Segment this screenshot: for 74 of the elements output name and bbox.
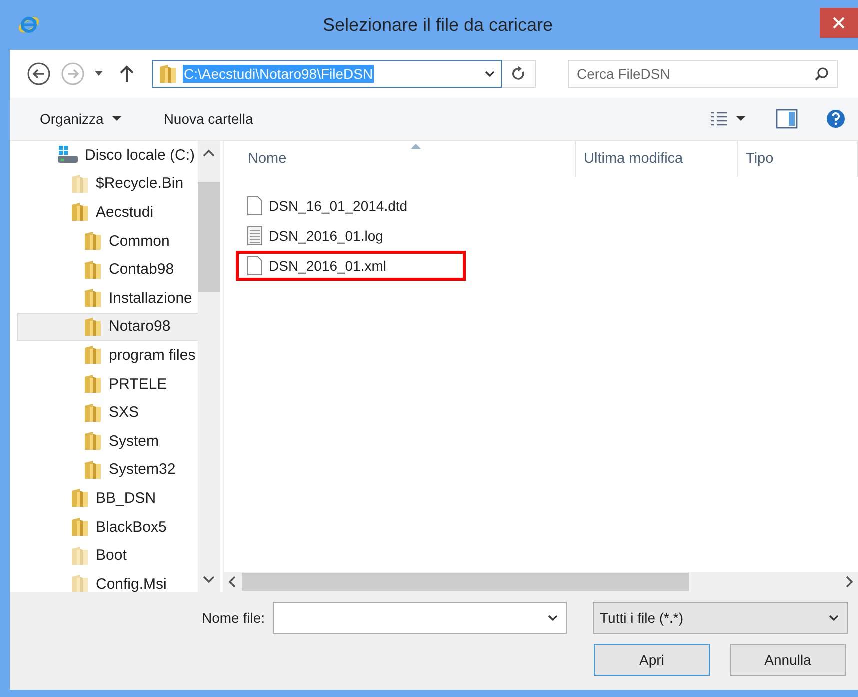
- address-dropdown-icon[interactable]: [485, 70, 495, 78]
- file-name-dropdown-icon[interactable]: [548, 614, 558, 622]
- folder-icon: [71, 574, 89, 592]
- tree-item[interactable]: $Recycle.Bin: [10, 170, 198, 198]
- folder-icon: [84, 288, 102, 308]
- tree-item[interactable]: Contab98: [10, 255, 198, 284]
- folder-icon: [84, 460, 102, 480]
- folder-icon: [84, 316, 102, 337]
- back-button[interactable]: [26, 61, 52, 87]
- search-field[interactable]: Cerca FileDSN: [568, 60, 838, 88]
- folder-icon: [84, 231, 102, 252]
- folder-icon: [71, 546, 89, 566]
- preview-pane-icon[interactable]: [776, 109, 798, 129]
- folder-icon: [84, 402, 102, 423]
- list-view-icon: [710, 112, 728, 126]
- tree-item[interactable]: PRTELE: [10, 370, 198, 398]
- dropdown-icon[interactable]: [94, 71, 104, 77]
- folder-icon: [71, 174, 89, 194]
- column-header[interactable]: Tipo: [738, 141, 858, 177]
- close-icon: [833, 17, 845, 29]
- folder-icon: [71, 488, 89, 508]
- search-icon[interactable]: [815, 67, 829, 81]
- file-type-dropdown[interactable]: Tutti i file (*.*): [593, 602, 848, 634]
- tree-item[interactable]: Notaro98: [17, 312, 198, 342]
- file-name-field[interactable]: [273, 602, 567, 634]
- folder-icon: [71, 517, 89, 538]
- tree-item[interactable]: Disco locale (C:): [10, 141, 198, 170]
- caret-icon[interactable]: [829, 614, 839, 622]
- scroll-left-icon[interactable]: [228, 576, 236, 588]
- cancel-button[interactable]: Annulla: [730, 644, 846, 676]
- open-button[interactable]: Apri: [594, 644, 710, 676]
- browser-logo-icon: [18, 14, 40, 36]
- folder-icon: [84, 345, 102, 366]
- folder-icon: [84, 260, 102, 280]
- sort-icon: [411, 143, 421, 149]
- file-icon: [247, 196, 263, 216]
- drive-icon: [58, 146, 78, 164]
- folder-icon: [71, 202, 89, 222]
- window-title: Selezionare il file da caricare: [322, 14, 554, 36]
- tree-item[interactable]: Installazione: [10, 284, 198, 313]
- folder-icon: [84, 374, 102, 394]
- close-button[interactable]: [820, 8, 858, 38]
- text-file-icon: [247, 226, 263, 246]
- tree-item[interactable]: System: [10, 426, 198, 456]
- scroll-right-icon[interactable]: [846, 576, 854, 588]
- scroll-down-icon[interactable]: [203, 576, 215, 584]
- file-item[interactable]: DSN_2016_01.xml: [236, 251, 466, 281]
- tree-item[interactable]: System32: [10, 456, 198, 484]
- tree-item[interactable]: Common: [10, 226, 198, 256]
- folder-icon: [84, 431, 102, 452]
- file-item[interactable]: DSN_2016_01.log: [236, 221, 466, 251]
- folder-icon: [159, 64, 177, 84]
- tree-item[interactable]: Boot: [10, 541, 198, 570]
- column-header[interactable]: Ultima modifica: [576, 141, 738, 177]
- tree-item[interactable]: SXS: [10, 398, 198, 427]
- refresh-button[interactable]: [502, 60, 536, 88]
- caret-icon: [736, 116, 746, 122]
- file-item[interactable]: DSN_16_01_2014.dtd: [236, 191, 466, 221]
- file-name-label: Nome file:: [202, 610, 265, 626]
- scrollbar-thumb[interactable]: [242, 573, 689, 591]
- caret-icon: [112, 116, 122, 122]
- up-arrow-icon[interactable]: [120, 65, 134, 83]
- organize-menu[interactable]: Organizza: [32, 107, 130, 131]
- tree-item[interactable]: program files: [10, 341, 198, 370]
- tree-item[interactable]: BlackBox5: [10, 512, 198, 542]
- scroll-up-icon[interactable]: [203, 149, 215, 157]
- scrollbar-thumb[interactable]: [198, 182, 220, 292]
- file-icon: [247, 256, 263, 276]
- new-folder-button[interactable]: Nuova cartella: [156, 107, 262, 131]
- help-icon[interactable]: [826, 109, 846, 129]
- tree-item[interactable]: Aecstudi: [10, 198, 198, 227]
- tree-item[interactable]: Config.Msi: [10, 570, 198, 592]
- tree-item[interactable]: BB_DSN: [10, 484, 198, 513]
- refresh-icon: [512, 66, 526, 82]
